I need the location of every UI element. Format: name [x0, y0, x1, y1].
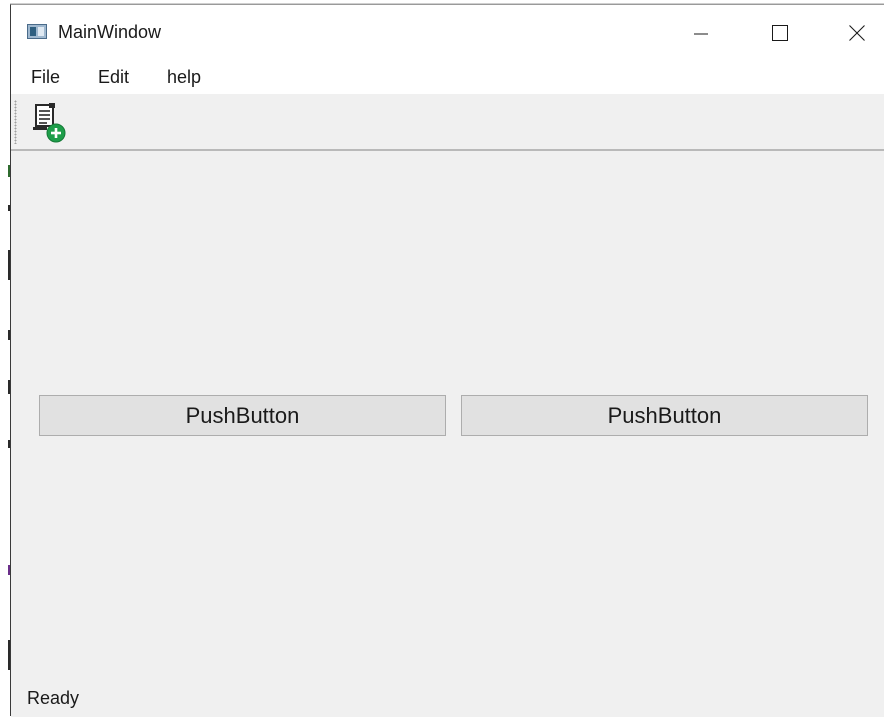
menu-edit[interactable]: Edit: [94, 65, 133, 90]
document-add-icon: [33, 103, 66, 143]
menu-bar: File Edit help: [11, 60, 884, 94]
app-window-icon: [27, 24, 47, 39]
push-button-right[interactable]: PushButton: [461, 395, 868, 436]
status-message: Ready: [27, 688, 80, 708]
maximize-button[interactable]: [757, 15, 803, 51]
toolbar-grip-handle[interactable]: [14, 100, 17, 144]
status-bar: Ready: [11, 681, 884, 717]
left-edge: [0, 0, 10, 716]
close-icon: [849, 25, 865, 41]
title-bar[interactable]: MainWindow: [11, 5, 884, 60]
main-window: MainWindow File Edit help PushButton Pus…: [10, 4, 884, 717]
close-button[interactable]: [834, 15, 880, 51]
screen: MainWindow File Edit help PushButton Pus…: [0, 0, 884, 717]
menu-help[interactable]: help: [163, 65, 205, 90]
push-button-left[interactable]: PushButton: [39, 395, 446, 436]
central-widget: PushButton PushButton: [11, 151, 884, 681]
window-title: MainWindow: [58, 22, 162, 42]
menu-file[interactable]: File: [27, 65, 64, 90]
tool-bar: [11, 94, 884, 151]
new-document-tool-button[interactable]: [29, 102, 69, 144]
maximize-icon: [772, 25, 788, 41]
minimize-icon: [694, 33, 708, 35]
minimize-button[interactable]: [678, 15, 724, 51]
